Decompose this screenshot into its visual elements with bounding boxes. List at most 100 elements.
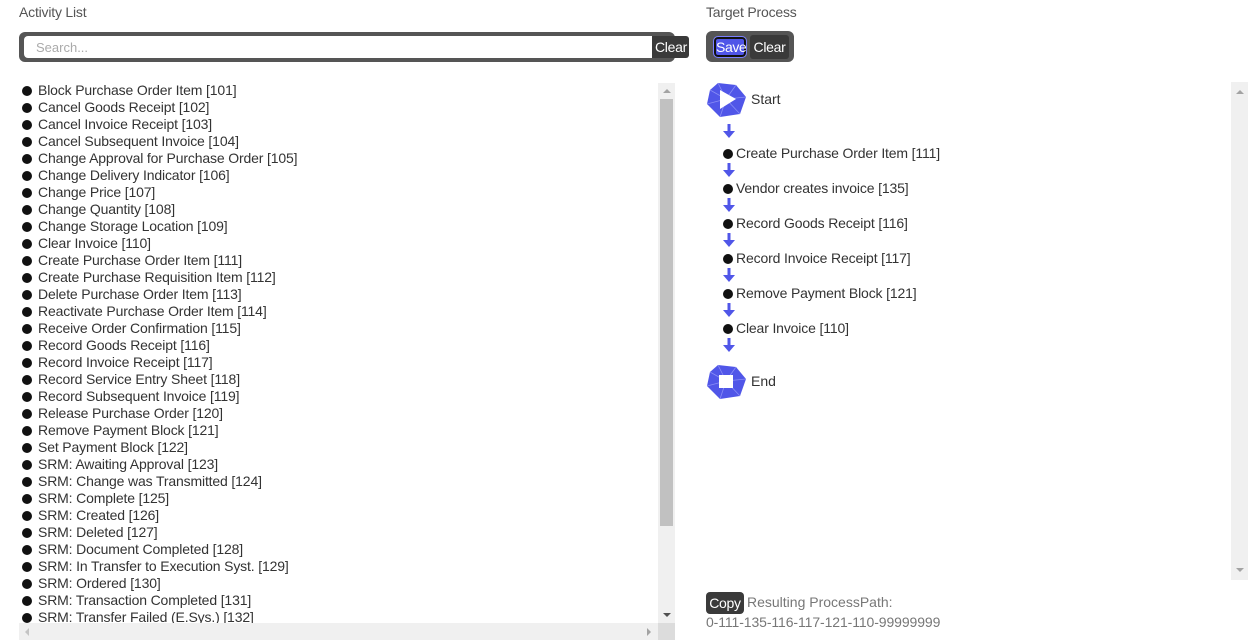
arrow-down-icon <box>723 233 735 247</box>
activity-list-item[interactable]: Change Storage Location [109] <box>19 218 657 235</box>
activity-list-item[interactable]: Set Payment Block [122] <box>19 439 657 456</box>
activity-list-item[interactable]: SRM: Complete [125] <box>19 490 657 507</box>
bullet-icon <box>723 219 733 229</box>
bullet-icon <box>22 273 32 283</box>
activity-list-item[interactable]: SRM: Document Completed [128] <box>19 541 657 558</box>
bullet-icon <box>723 289 733 299</box>
bullet-icon <box>22 120 32 130</box>
bullet-icon <box>22 188 32 198</box>
process-step[interactable]: Create Purchase Order Item [111] <box>723 145 940 162</box>
bullet-icon <box>22 511 32 521</box>
bullet-icon <box>723 324 733 334</box>
bullet-icon <box>22 103 32 113</box>
process-step[interactable]: Remove Payment Block [121] <box>723 285 917 302</box>
arrow-down-icon <box>723 338 735 352</box>
activity-list-item[interactable]: SRM: Deleted [127] <box>19 524 657 541</box>
activity-list-item[interactable]: Change Approval for Purchase Order [105] <box>19 150 657 167</box>
scroll-right-arrow-icon[interactable] <box>647 628 651 636</box>
scroll-up-arrow-icon[interactable] <box>1236 90 1244 94</box>
activity-list-item[interactable]: SRM: Created [126] <box>19 507 657 524</box>
activity-list-item[interactable]: Change Price [107] <box>19 184 657 201</box>
activity-label: SRM: Ordered [130] <box>38 575 161 591</box>
activity-list-item[interactable]: SRM: Awaiting Approval [123] <box>19 456 657 473</box>
activity-list-item[interactable]: SRM: Ordered [130] <box>19 575 657 592</box>
activity-list-item[interactable]: Change Quantity [108] <box>19 201 657 218</box>
activity-list-item[interactable]: Cancel Goods Receipt [102] <box>19 99 657 116</box>
activity-list-item[interactable]: Clear Invoice [110] <box>19 235 657 252</box>
activity-list-item[interactable]: Record Invoice Receipt [117] <box>19 354 657 371</box>
activity-list-vertical-scrollbar[interactable] <box>658 83 675 623</box>
activity-list-container: Block Purchase Order Item [101] Cancel Go… <box>19 83 675 640</box>
bullet-icon <box>22 137 32 147</box>
activity-list-item[interactable]: SRM: Transaction Completed [131] <box>19 592 657 609</box>
activity-label: Reactivate Purchase Order Item [114] <box>38 303 267 319</box>
bullet-icon <box>22 324 32 334</box>
arrow-down-icon <box>723 303 735 317</box>
activity-list-item[interactable]: Cancel Subsequent Invoice [104] <box>19 133 657 150</box>
scroll-down-arrow-icon[interactable] <box>1236 568 1244 572</box>
activity-list-item[interactable]: Reactivate Purchase Order Item [114] <box>19 303 657 320</box>
activity-label: Change Price [107] <box>38 184 156 200</box>
scroll-left-arrow-icon[interactable] <box>25 628 29 636</box>
activity-list-item[interactable]: Release Purchase Order [120] <box>19 405 657 422</box>
target-clear-button[interactable]: Clear <box>750 35 789 59</box>
bullet-icon <box>22 290 32 300</box>
activity-list-item[interactable]: Change Delivery Indicator [106] <box>19 167 657 184</box>
bullet-icon <box>723 254 733 264</box>
activity-list-item[interactable]: Create Purchase Requisition Item [112] <box>19 269 657 286</box>
copy-button[interactable]: Copy <box>706 592 744 614</box>
activity-label: SRM: Document Completed [128] <box>38 541 243 557</box>
activity-list-item[interactable]: Remove Payment Block [121] <box>19 422 657 439</box>
bullet-icon <box>22 477 32 487</box>
scrollbar-thumb[interactable] <box>660 99 673 526</box>
activity-list-item[interactable]: Block Purchase Order Item [101] <box>19 83 657 99</box>
activity-list-title: Activity List <box>19 4 87 20</box>
activity-label: Set Payment Block [122] <box>38 439 188 455</box>
process-step-label: Remove Payment Block [121] <box>736 285 917 301</box>
activity-list-item[interactable]: Receive Order Confirmation [115] <box>19 320 657 337</box>
activity-list-item[interactable]: SRM: Change was Transmitted [124] <box>19 473 657 490</box>
bullet-icon <box>22 256 32 266</box>
bullet-icon <box>22 239 32 249</box>
activity-label: Remove Payment Block [121] <box>38 422 219 438</box>
bullet-icon <box>22 358 32 368</box>
activity-label: SRM: Transaction Completed [131] <box>38 592 252 608</box>
arrow-down-icon <box>723 268 735 282</box>
activity-list-item[interactable]: Record Subsequent Invoice [119] <box>19 388 657 405</box>
save-button[interactable]: Save <box>713 36 747 58</box>
process-step[interactable]: Record Invoice Receipt [117] <box>723 250 911 267</box>
resulting-path-value: 0-111-135-116-117-121-110-99999999 <box>706 614 941 630</box>
scroll-down-arrow-icon[interactable] <box>663 613 671 617</box>
search-input[interactable] <box>24 36 652 58</box>
bullet-icon <box>22 613 32 623</box>
process-step[interactable]: Vendor creates invoice [135] <box>723 180 909 197</box>
activity-list-item[interactable]: Record Goods Receipt [116] <box>19 337 657 354</box>
activity-list-item[interactable]: Cancel Invoice Receipt [103] <box>19 116 657 133</box>
activity-list-horizontal-scrollbar[interactable] <box>19 623 658 640</box>
activity-list-item[interactable]: SRM: In Transfer to Execution Syst. [129… <box>19 558 657 575</box>
resulting-path-label: Resulting ProcessPath: <box>747 594 893 610</box>
activity-list-item[interactable]: SRM: Transfer Failed (E.Sys.) [132] <box>19 609 657 623</box>
activity-list-item[interactable]: Delete Purchase Order Item [113] <box>19 286 657 303</box>
bullet-icon <box>22 460 32 470</box>
process-step-label: Vendor creates invoice [135] <box>736 180 909 196</box>
activity-label: SRM: Transfer Failed (E.Sys.) [132] <box>38 609 254 623</box>
arrow-down-icon <box>723 124 735 138</box>
activity-label: Clear Invoice [110] <box>38 235 151 251</box>
bullet-icon <box>22 86 32 96</box>
bullet-icon <box>22 222 32 232</box>
process-step[interactable]: Record Goods Receipt [116] <box>723 215 908 232</box>
bullet-icon <box>22 443 32 453</box>
target-process-vertical-scrollbar[interactable] <box>1231 82 1248 580</box>
search-clear-button[interactable]: Clear <box>652 36 689 58</box>
activity-list-item[interactable]: Record Service Entry Sheet [118] <box>19 371 657 388</box>
bullet-icon <box>22 341 32 351</box>
scrollbar-corner <box>658 623 675 640</box>
activity-list-item[interactable]: Create Purchase Order Item [111] <box>19 252 657 269</box>
scroll-up-arrow-icon[interactable] <box>663 89 671 93</box>
activity-label: SRM: Change was Transmitted [124] <box>38 473 262 489</box>
bullet-icon <box>22 579 32 589</box>
target-process-title: Target Process <box>706 4 797 20</box>
process-step[interactable]: Clear Invoice [110] <box>723 320 849 337</box>
bullet-icon <box>22 205 32 215</box>
